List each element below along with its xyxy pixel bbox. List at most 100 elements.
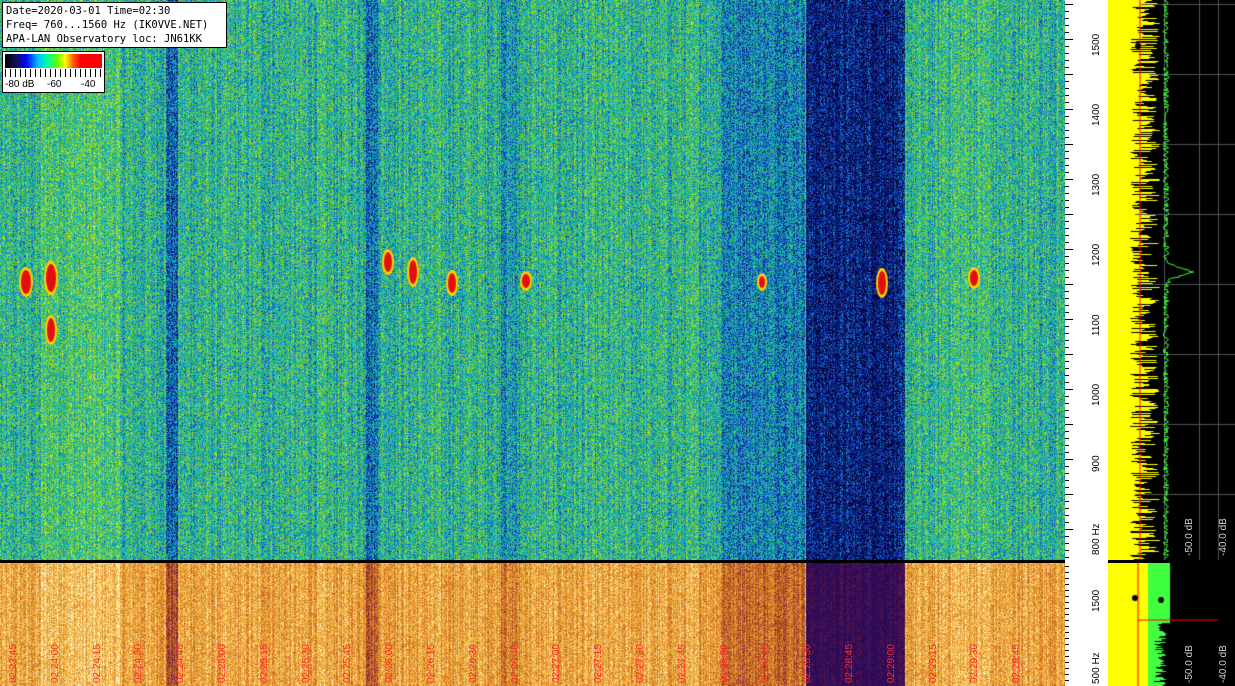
frequency-tick [1065, 431, 1069, 432]
frequency-tick [1065, 347, 1069, 348]
frequency-tick [1065, 529, 1073, 530]
colorbar-legend: -80 dB -60 -40 [2, 51, 105, 93]
time-label: 02:26:45 [509, 644, 521, 683]
frequency-tick [1065, 74, 1073, 75]
frequency-tick [1065, 494, 1073, 495]
info-frequency-range: Freq= 760...1560 Hz (IK0VVE.NET) [6, 19, 209, 31]
time-label: 02:28:15 [760, 644, 772, 683]
frequency-tick [1065, 263, 1069, 264]
frequency-tick [1065, 291, 1069, 292]
freq-label-900: 900 [1091, 455, 1102, 472]
frequency-tick [1065, 557, 1069, 558]
freq-label-1400: 1400 [1091, 103, 1102, 126]
frequency-tick [1065, 11, 1069, 12]
frequency-tick [1065, 375, 1069, 376]
frequency-tick [1065, 53, 1069, 54]
frequency-tick [1065, 438, 1069, 439]
frequency-tick [1065, 179, 1073, 180]
time-label: 02:26:30 [467, 644, 479, 683]
frequency-tick [1065, 382, 1069, 383]
freq-label-bottom-1500: 1500 [1091, 589, 1102, 612]
frequency-tick [1065, 319, 1073, 320]
frequency-tick [1065, 109, 1073, 110]
wide-band-db-label-high: -40.0 dB [1218, 645, 1229, 683]
time-label: 02:29:45 [1011, 644, 1023, 683]
frequency-tick [1065, 214, 1073, 215]
frequency-tick [1065, 572, 1069, 573]
frequency-tick [1065, 459, 1073, 460]
frequency-tick [1065, 165, 1069, 166]
frequency-tick [1065, 424, 1073, 425]
frequency-tick [1065, 680, 1069, 681]
time-label: 02:27:15 [593, 644, 605, 683]
frequency-tick [1065, 137, 1069, 138]
frequency-tick [1065, 249, 1073, 250]
time-label: 02:25:45 [342, 644, 354, 683]
frequency-tick [1065, 18, 1069, 19]
frequency-tick [1065, 4, 1073, 5]
freq-label-bottom-500: 500 Hz [1091, 652, 1102, 684]
frequency-tick [1065, 312, 1069, 313]
frequency-tick [1065, 650, 1069, 651]
frequency-tick [1065, 403, 1069, 404]
spectrum-profile: -50.0 dB -40.0 dB [1108, 0, 1235, 560]
frequency-tick [1065, 25, 1069, 26]
frequency-axis: 1500 1400 1300 1200 1100 1000 900 800 Hz… [1065, 0, 1108, 686]
colorbar-label-mid: -60 [47, 79, 62, 90]
wide-band-spectrum-canvas [1108, 563, 1235, 686]
time-label: 02:25:15 [258, 644, 270, 683]
frequency-tick [1065, 151, 1069, 152]
frequency-tick [1065, 200, 1069, 201]
frequency-tick [1065, 602, 1069, 603]
spectrum-db-label-high: -40.0 dB [1218, 518, 1229, 556]
frequency-tick [1065, 60, 1069, 61]
frequency-tick [1065, 270, 1069, 271]
frequency-tick [1065, 584, 1069, 585]
frequency-tick [1065, 515, 1069, 516]
info-observatory: APA-LAN Observatory loc: JN61KK [6, 33, 202, 45]
frequency-tick [1065, 277, 1069, 278]
frequency-tick [1065, 326, 1069, 327]
time-label: 02:25:00 [217, 644, 228, 683]
time-label: 02:25:30 [300, 644, 312, 683]
frequency-tick [1065, 256, 1069, 257]
frequency-tick [1065, 396, 1069, 397]
time-label: 02:27:00 [551, 644, 563, 683]
waterfall-spectrogram [0, 0, 1065, 560]
frequency-tick [1065, 235, 1069, 236]
frequency-tick [1065, 242, 1069, 243]
frequency-tick [1065, 46, 1069, 47]
frequency-tick [1065, 95, 1069, 96]
time-label: 02:28:00 [718, 644, 730, 683]
time-label: 02:23:45 [8, 644, 19, 683]
frequency-tick [1065, 590, 1069, 591]
time-label: 02:27:45 [676, 644, 688, 683]
frequency-tick [1065, 536, 1069, 537]
frequency-tick [1065, 207, 1069, 208]
time-label: 02:24:30 [133, 644, 145, 683]
colorbar-label-min: -80 dB [5, 79, 35, 90]
colorbar-gradient [5, 54, 102, 68]
frequency-tick [1065, 172, 1069, 173]
frequency-tick [1065, 67, 1069, 68]
freq-label-1000: 1000 [1091, 383, 1102, 406]
time-label: 02:28:45 [844, 644, 855, 683]
frequency-tick [1065, 674, 1069, 675]
frequency-tick [1065, 508, 1069, 509]
frequency-tick [1065, 596, 1069, 597]
frequency-tick [1065, 632, 1069, 633]
frequency-tick [1065, 186, 1069, 187]
frequency-tick [1065, 305, 1069, 306]
frequency-tick [1065, 473, 1069, 474]
info-date-time: Date=2020-03-01 Time=02:30 [6, 5, 171, 17]
frequency-tick [1065, 88, 1069, 89]
frequency-tick [1065, 662, 1069, 663]
waterfall-canvas [0, 0, 1065, 560]
frequency-tick [1065, 480, 1069, 481]
time-label: 02:26:00 [384, 644, 396, 683]
frequency-tick [1065, 130, 1069, 131]
time-label: 02:24:15 [91, 644, 103, 683]
info-panel: Date=2020-03-01 Time=02:30 Freq= 760...1… [2, 2, 227, 48]
freq-label-1500: 1500 [1091, 33, 1102, 56]
time-label: 02:24:00 [49, 644, 61, 683]
